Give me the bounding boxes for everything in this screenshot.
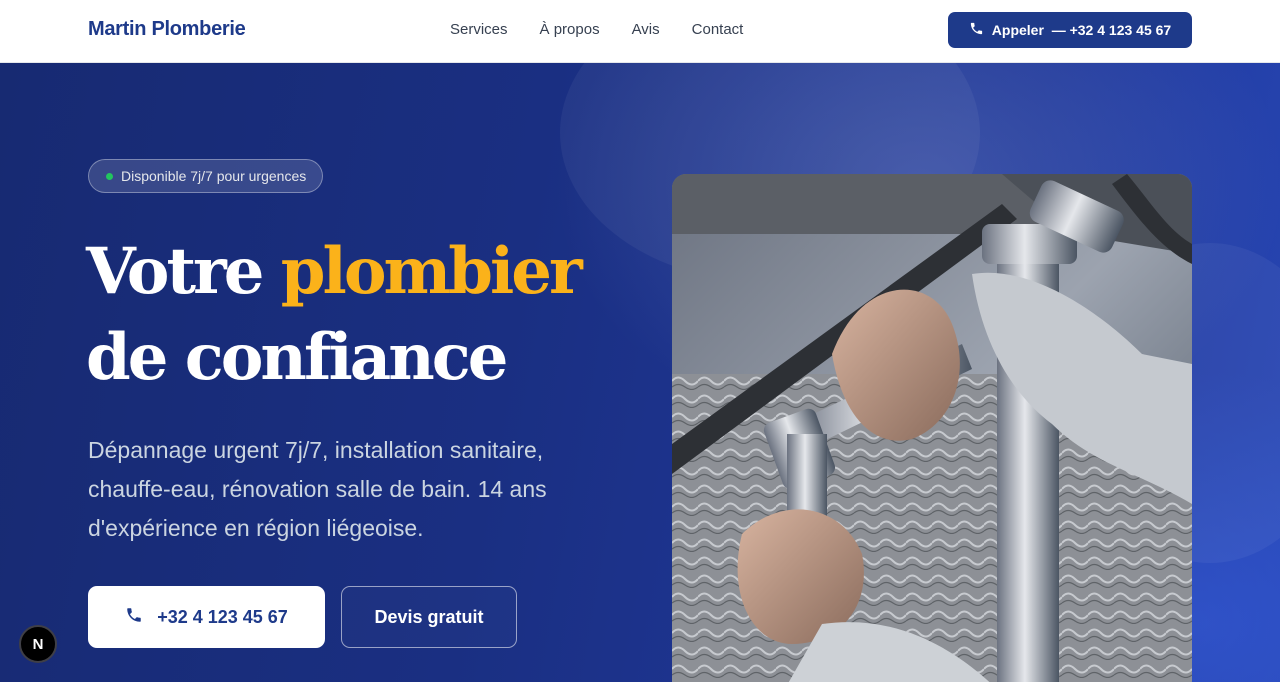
nav-link-reviews[interactable]: Avis bbox=[632, 21, 660, 38]
plumber-photo bbox=[672, 174, 1192, 682]
headline-accent: plombier bbox=[280, 234, 583, 309]
headline-part1: Votre bbox=[86, 234, 281, 309]
status-dot bbox=[106, 173, 113, 180]
phone-icon bbox=[969, 21, 984, 39]
hero-headline: Votre plombier de confiance bbox=[86, 229, 646, 401]
header-call-button[interactable]: Appeler — +32 4 123 45 67 bbox=[948, 12, 1192, 48]
header-call-label: Appeler — +32 4 123 45 67 bbox=[991, 22, 1172, 38]
nav-link-about[interactable]: À propos bbox=[540, 21, 600, 38]
free-quote-button[interactable]: Devis gratuit bbox=[341, 586, 517, 648]
dev-tools-badge[interactable]: N bbox=[19, 625, 57, 663]
nav-link-contact[interactable]: Contact bbox=[692, 21, 744, 38]
hero-phone-label: +32 4 123 45 67 bbox=[157, 606, 288, 627]
hero-description: Dépannage urgent 7j/7, installation sani… bbox=[88, 437, 547, 541]
hero-section: Disponible 7j/7 pour urgences Votre plom… bbox=[0, 63, 1280, 682]
brand-logo[interactable]: Martin Plomberie bbox=[88, 18, 246, 41]
site-header: Martin Plomberie Services À propos Avis … bbox=[0, 0, 1280, 63]
availability-badge-label: Disponible 7j/7 pour urgences bbox=[121, 168, 307, 184]
phone-icon bbox=[125, 606, 143, 629]
nav-link-services[interactable]: Services bbox=[450, 21, 508, 38]
main-nav: Services À propos Avis Contact bbox=[450, 21, 743, 38]
hero-phone-button[interactable]: +32 4 123 45 67 bbox=[88, 586, 325, 648]
availability-badge: Disponible 7j/7 pour urgences bbox=[88, 159, 324, 193]
